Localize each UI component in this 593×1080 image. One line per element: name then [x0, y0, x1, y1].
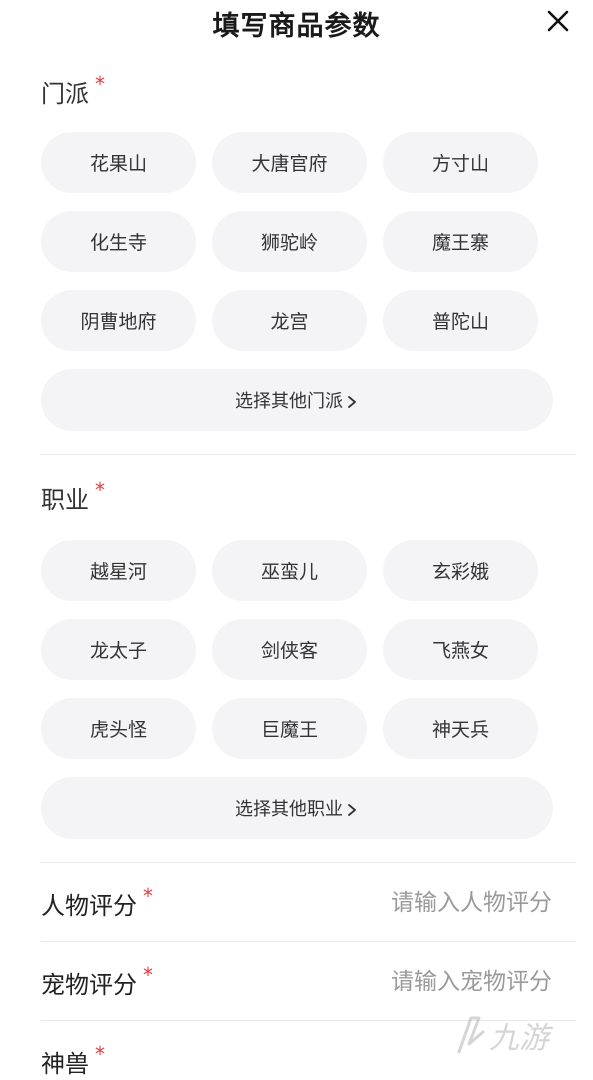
character-score-label-row: 人物评分 *: [41, 884, 153, 921]
divine-beast-label-row: 神兽 *: [41, 1042, 105, 1079]
sect-section-label: 门派 *: [41, 72, 105, 109]
chevron-right-icon: [345, 393, 359, 408]
divider: [41, 454, 576, 455]
select-other-sect-button[interactable]: 选择其他门派: [41, 369, 553, 431]
sect-option-datangguanfu[interactable]: 大唐官府: [212, 132, 367, 193]
header: 填写商品参数: [0, 0, 593, 50]
required-mark: *: [95, 1042, 105, 1066]
sect-label: 门派: [41, 80, 89, 108]
profession-option-wumaner[interactable]: 巫蛮儿: [212, 540, 367, 601]
chevron-right-icon: [345, 801, 359, 816]
profession-option-shentianbing[interactable]: 神天兵: [383, 698, 538, 759]
sect-option-huashengsi[interactable]: 化生寺: [41, 211, 196, 272]
sect-option-mowangzhai[interactable]: 魔王寨: [383, 211, 538, 272]
character-score-input[interactable]: [312, 888, 552, 918]
profession-section-label: 职业 *: [41, 478, 105, 515]
divine-beast-label: 神兽: [41, 1050, 89, 1078]
watermark-text: 九游: [489, 1021, 554, 1056]
divider: [41, 941, 576, 942]
divider: [41, 862, 576, 863]
page-title: 填写商品参数: [212, 11, 381, 42]
sect-option-putuoshan[interactable]: 普陀山: [383, 290, 538, 351]
character-score-label: 人物评分: [41, 892, 137, 920]
watermark-logo: 九游: [449, 1012, 569, 1058]
required-mark: *: [143, 963, 153, 987]
profession-option-yuexinghe[interactable]: 越星河: [41, 540, 196, 601]
profession-option-hutouguai[interactable]: 虎头怪: [41, 698, 196, 759]
profession-label: 职业: [41, 486, 89, 514]
pet-score-label: 宠物评分: [41, 971, 137, 999]
profession-option-longtaizi[interactable]: 龙太子: [41, 619, 196, 680]
sect-option-shituoling[interactable]: 狮驼岭: [212, 211, 367, 272]
profession-option-jianxiake[interactable]: 剑侠客: [212, 619, 367, 680]
pet-score-label-row: 宠物评分 *: [41, 963, 153, 1000]
profession-option-xuancaie[interactable]: 玄彩娥: [383, 540, 538, 601]
required-mark: *: [143, 884, 153, 908]
required-mark: *: [95, 72, 105, 96]
sect-option-huaguoshan[interactable]: 花果山: [41, 132, 196, 193]
required-mark: *: [95, 478, 105, 502]
close-icon[interactable]: [545, 8, 571, 34]
select-other-profession-label: 选择其他职业: [235, 799, 343, 820]
sect-option-fangcunshan[interactable]: 方寸山: [383, 132, 538, 193]
sect-option-longgong[interactable]: 龙宫: [212, 290, 367, 351]
profession-option-jumowang[interactable]: 巨魔王: [212, 698, 367, 759]
sect-option-yincaodifu[interactable]: 阴曹地府: [41, 290, 196, 351]
profession-option-feiyannu[interactable]: 飞燕女: [383, 619, 538, 680]
pet-score-input[interactable]: [312, 967, 552, 997]
select-other-sect-label: 选择其他门派: [235, 391, 343, 412]
select-other-profession-button[interactable]: 选择其他职业: [41, 777, 553, 839]
